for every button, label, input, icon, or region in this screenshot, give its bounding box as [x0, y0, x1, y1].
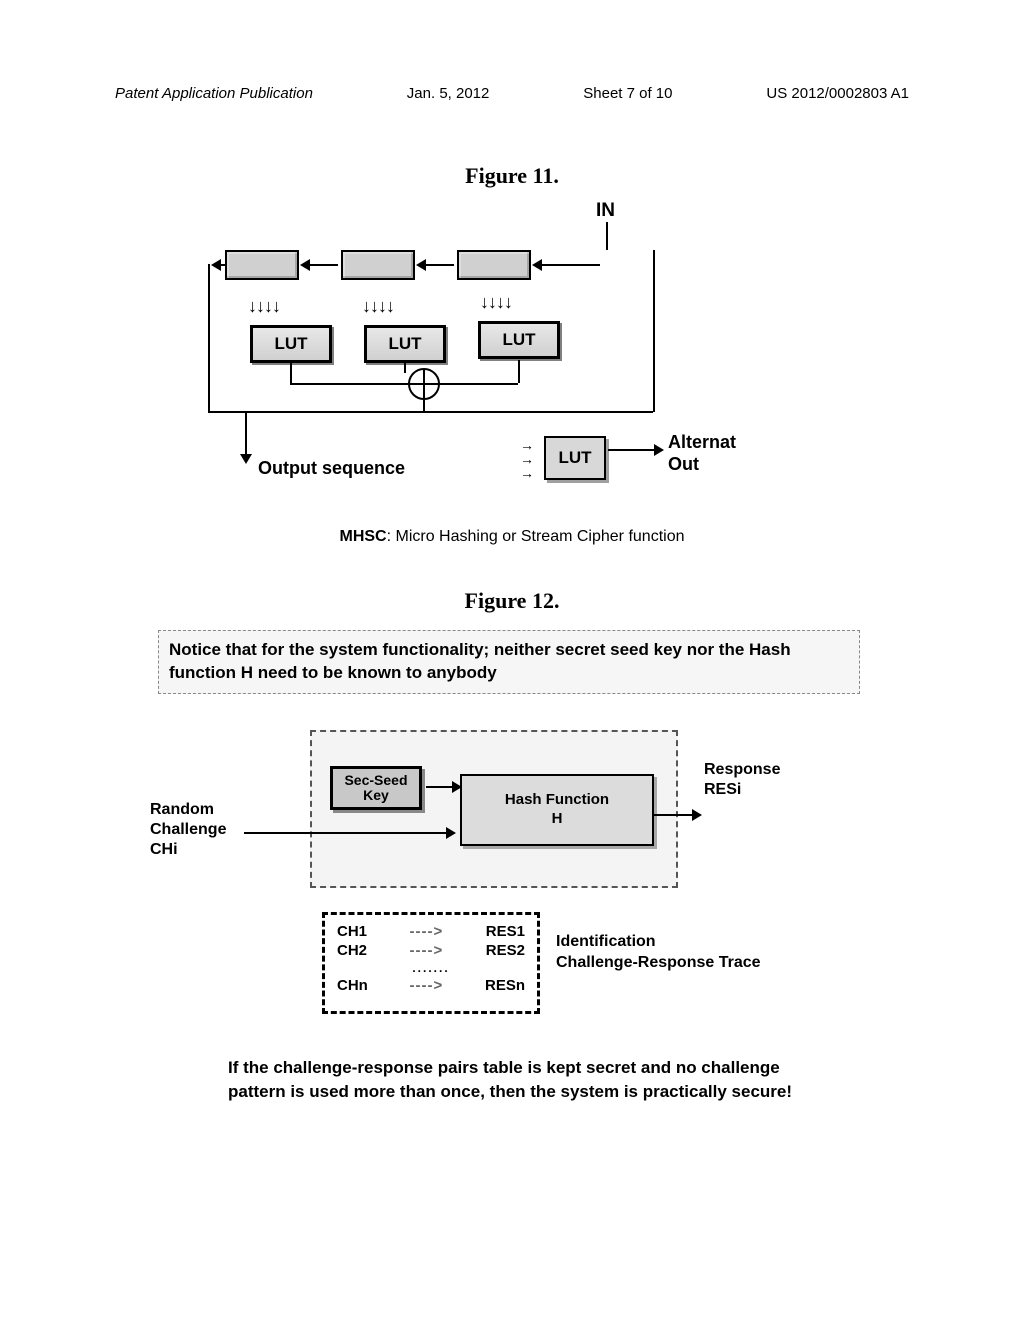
arrow-left-icon: [540, 264, 600, 266]
lut-box: LUT: [364, 325, 446, 363]
ident-l1: Identification: [556, 933, 656, 950]
lut-box: LUT: [478, 321, 560, 359]
notice-box: Notice that for the system functionality…: [158, 630, 860, 694]
table-row: CH1 ----> RES1: [337, 923, 525, 940]
output-sequence-label: Output sequence: [258, 458, 405, 479]
header-publication: Patent Application Publication: [115, 85, 313, 102]
seed-key-box: Sec-Seed Key: [330, 766, 422, 810]
down-arrows-icon: ↓↓↓↓: [248, 296, 280, 317]
down-arrows-icon: ↓↓↓↓: [362, 296, 394, 317]
mhsc-caption: MHSC: Micro Hashing or Stream Cipher fun…: [0, 528, 1024, 546]
arrow-right-icon: [244, 832, 448, 834]
alternat-out-label: Alternat Out: [668, 432, 736, 475]
arrow-right-icon: [654, 814, 694, 816]
connector-line: [518, 360, 520, 383]
arrow-left-icon: [219, 264, 227, 266]
connector-line: [423, 398, 425, 411]
out-text: Out: [668, 454, 699, 474]
figure-11-diagram: IN ↓↓↓↓ ↓↓↓↓ ↓↓↓↓ LUT LUT LUT Output seq…: [170, 200, 790, 500]
rc-line3: CHi: [150, 841, 178, 858]
response-label: Response RESi: [704, 760, 780, 800]
mhsc-bold: MHSC: [339, 528, 386, 545]
cell-ch: CH2: [337, 942, 367, 959]
register-box: [225, 250, 299, 280]
challenge-response-table: CH1 ----> RES1 CH2 ----> RES2 ....... CH…: [322, 912, 540, 1014]
down-arrows-icon: ↓↓↓↓: [480, 292, 512, 313]
cell-res: RES1: [486, 923, 525, 940]
arrow-dashed-icon: ---->: [410, 942, 444, 959]
register-row: [225, 250, 531, 280]
register-box: [341, 250, 415, 280]
feedback-line: [653, 250, 655, 412]
cell-ch: CH1: [337, 923, 367, 940]
identification-label: Identification Challenge-Response Trace: [556, 932, 761, 974]
output-arrow-icon: [245, 411, 247, 456]
cell-res: RESn: [485, 977, 525, 994]
header-pubno: US 2012/0002803 A1: [766, 85, 909, 102]
connector-line: [208, 411, 653, 413]
connector-line: [404, 363, 406, 373]
rc-line1: Random: [150, 801, 214, 818]
hash-module-box: Sec-Seed Key Hash FunctionH: [310, 730, 678, 888]
lut-row: LUT LUT LUT: [250, 325, 560, 363]
figure-12-diagram: Random Challenge CHi Sec-Seed Key Hash F…: [150, 720, 870, 1080]
resp-l1: Response: [704, 761, 780, 778]
cell-ch: CHn: [337, 977, 368, 994]
arrow-left-icon: [308, 264, 338, 266]
cell-res: RES2: [486, 942, 525, 959]
arrow-right-icon: [608, 449, 656, 451]
ident-l2: Challenge-Response Trace: [556, 954, 761, 971]
connector-line: [290, 383, 408, 385]
random-challenge-label: Random Challenge CHi: [150, 800, 226, 860]
feedback-line: [208, 264, 210, 412]
arrow-dashed-icon: ---->: [410, 977, 444, 994]
figure-11-title: Figure 11.: [0, 163, 1024, 189]
header-date: Jan. 5, 2012: [407, 85, 490, 102]
connector-line: [290, 363, 292, 383]
lut-output-box: LUT: [544, 436, 606, 480]
rc-line2: Challenge: [150, 821, 226, 838]
footer-note: If the challenge-response pairs table is…: [228, 1056, 828, 1104]
arrow-right-icon: [426, 786, 454, 788]
table-row: CH2 ----> RES2: [337, 942, 525, 959]
arrow-left-icon: [424, 264, 454, 266]
in-line: [606, 222, 608, 250]
alternat-text: Alternat: [668, 432, 736, 452]
figure-12-title: Figure 12.: [0, 588, 1024, 614]
input-arrows-icon: →→→: [520, 438, 534, 480]
header-sheet: Sheet 7 of 10: [583, 85, 672, 102]
xor-node-icon: [408, 368, 440, 400]
hash-function-box: Hash FunctionH: [460, 774, 654, 846]
mhsc-rest: : Micro Hashing or Stream Cipher functio…: [387, 528, 685, 545]
hash-fn-text: Hash FunctionH: [505, 791, 609, 829]
lut-box: LUT: [250, 325, 332, 363]
ellipsis-row: .......: [337, 961, 525, 975]
connector-line: [438, 383, 518, 385]
in-label: IN: [596, 200, 615, 222]
page-header: Patent Application Publication Jan. 5, 2…: [0, 85, 1024, 102]
arrow-dashed-icon: ---->: [410, 923, 444, 940]
resp-l2: RESi: [704, 781, 741, 798]
table-row: CHn ----> RESn: [337, 977, 525, 994]
register-box: [457, 250, 531, 280]
